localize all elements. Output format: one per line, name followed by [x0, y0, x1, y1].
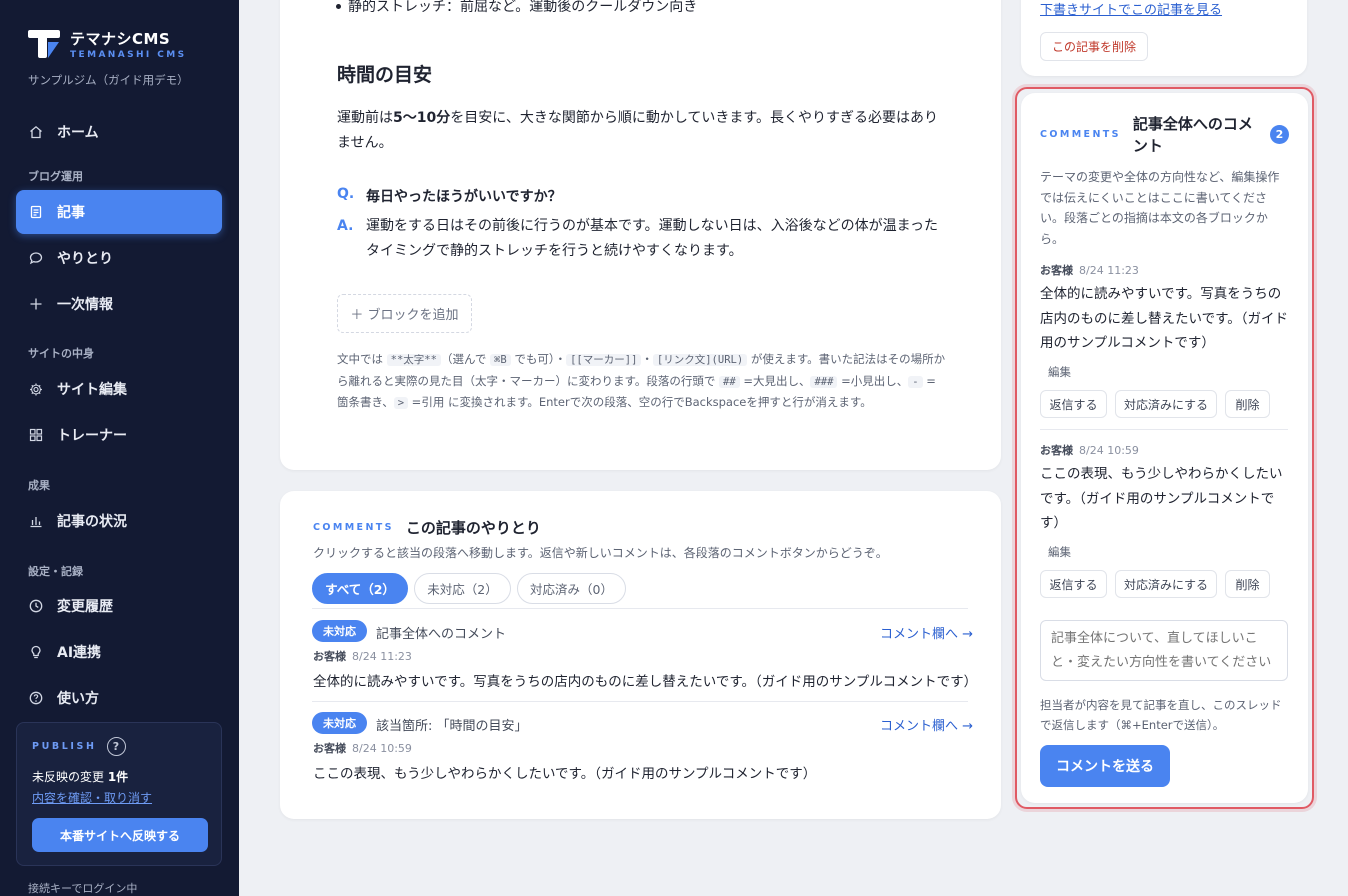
article-heading[interactable]: 時間の目安 [337, 60, 432, 87]
sidebar-item-label: やりとり [57, 251, 113, 267]
lightbulb-icon [29, 645, 43, 659]
nav-section-results: 成果 [28, 479, 50, 492]
sidebar: テマナシCMS TEMANASHI CMS サンプルジム（ガイド用デモ） ホーム… [0, 0, 239, 896]
comment-meta: お客様 8/24 10:59 [313, 742, 412, 755]
a-mark: A. [337, 218, 354, 234]
comments-label: COMMENTS [313, 522, 394, 533]
divider [312, 608, 968, 609]
article-bullet-item[interactable]: 静的ストレッチ：前屈など。運動後のクールダウン向き [335, 0, 697, 16]
send-note: 担当者が内容を見て記事を直し、このスレッドで返信します（⌘+Enterで送信）。 [1040, 698, 1282, 732]
comment-meta: お客様 8/24 10:59 [1040, 444, 1139, 457]
brand-logo[interactable]: テマナシCMS TEMANASHI CMS [28, 28, 186, 60]
clock-icon [29, 599, 43, 613]
sidebar-item-trainers[interactable]: トレーナー [16, 413, 222, 457]
sidebar-item-ai[interactable]: AI連携 [16, 630, 222, 674]
whole-comments-description: テーマの変更や全体の方向性など、編集操作では伝えにくいことはここに書いてください… [1040, 170, 1280, 246]
jump-to-comment-link[interactable]: コメント欄へ → [880, 715, 973, 734]
nav-section-blog: ブログ運用 [28, 170, 83, 183]
publish-status: 未反映の変更 1件 [32, 770, 129, 784]
sidebar-item-article-status[interactable]: 記事の状況 [16, 499, 222, 543]
edit-comment-button[interactable]: 編集 [1048, 364, 1071, 380]
plus-icon [29, 297, 43, 311]
bar-chart-icon [29, 514, 43, 528]
comment-body: 全体的に読みやすいです。写真をうちの店内のものに差し替えたいです。（ガイド用のサ… [1040, 286, 1288, 351]
status-badge: 未対応 [312, 620, 367, 642]
divider [1040, 429, 1288, 430]
sidebar-item-home[interactable]: ホーム [16, 110, 222, 154]
home-icon [29, 125, 43, 139]
gear-icon [29, 382, 43, 396]
jump-to-comment-link[interactable]: コメント欄へ → [880, 623, 973, 642]
add-block-button[interactable]: ＋ ブロックを追加 [337, 294, 472, 333]
delete-article-button[interactable]: この記事を削除 [1040, 32, 1148, 61]
delete-comment-button[interactable]: 削除 [1225, 570, 1270, 598]
tab-unresolved[interactable]: 未対応（2） [414, 573, 511, 604]
tab-resolved[interactable]: 対応済み（0） [517, 573, 626, 604]
comments-list-description: クリックすると該当の段落へ移動します。返信や新しいコメントは、各段落のコメントボ… [313, 546, 888, 560]
comments-label: COMMENTS [1040, 129, 1121, 140]
resolve-button[interactable]: 対応済みにする [1115, 390, 1217, 418]
sidebar-item-history[interactable]: 変更履歴 [16, 584, 222, 628]
q-mark: Q. [337, 186, 355, 202]
divider [312, 701, 968, 702]
delete-comment-button[interactable]: 削除 [1225, 390, 1270, 418]
sidebar-item-label: 記事の状況 [57, 514, 127, 530]
article-paragraph[interactable]: 運動前は5〜10分を目安に、大きな関節から順に動かしていきます。長くやりすぎる必… [337, 106, 947, 156]
sidebar-item-label: ホーム [57, 125, 99, 141]
sidebar-item-label: 記事 [57, 205, 85, 221]
publish-review-link[interactable]: 内容を確認・取り消す [32, 789, 206, 806]
sidebar-item-articles[interactable]: 記事 [16, 190, 222, 234]
view-draft-link[interactable]: 下書きサイトでこの記事を見る [1040, 0, 1222, 18]
send-comment-button[interactable]: コメントを送る [1040, 745, 1170, 787]
reply-button[interactable]: 返信する [1040, 390, 1107, 418]
edit-comment-button[interactable]: 編集 [1048, 544, 1071, 560]
resolve-button[interactable]: 対応済みにする [1115, 570, 1217, 598]
comment-body: 全体的に読みやすいです。写真をうちの店内のものに差し替えたいです。（ガイド用のサ… [313, 674, 978, 690]
status-badge: 未対応 [312, 712, 367, 734]
brand-subtitle: TEMANASHI CMS [70, 50, 187, 60]
comment-count-badge: 2 [1270, 125, 1289, 144]
publish-help-icon[interactable]: ? [106, 737, 126, 756]
sidebar-item-exchanges[interactable]: やりとり [16, 236, 222, 280]
comment-meta: お客様 8/24 11:23 [1040, 264, 1139, 277]
sidebar-item-label: 使い方 [57, 691, 99, 707]
comment-body: ここの表現、もう少しやわらかくしたいです。（ガイド用のサンプルコメントです） [1040, 466, 1283, 531]
sidebar-item-usage[interactable]: 使い方 [16, 676, 222, 720]
chat-icon [29, 251, 43, 265]
nav-section-site: サイトの中身 [28, 347, 94, 360]
sidebar-item-primary-info[interactable]: 一次情報 [16, 282, 222, 326]
comments-list-header: COMMENTS この記事のやりとり [313, 517, 541, 538]
whole-comment-input[interactable] [1040, 620, 1288, 681]
sidebar-item-label: トレーナー [57, 428, 127, 444]
publish-label: PUBLISH [32, 741, 97, 752]
comment-meta: お客様 8/24 11:23 [313, 650, 412, 663]
sidebar-item-label: 一次情報 [57, 297, 113, 313]
comment-target: 記事全体へのコメント [376, 627, 507, 642]
comment-target: 該当箇所: 「時間の目安」 [376, 719, 528, 734]
login-key-status: 接続キーでログイン中 [28, 882, 138, 895]
grid-icon [29, 428, 43, 442]
site-name: サンプルジム（ガイド用デモ） [28, 73, 189, 87]
nav-section-settings: 設定・記録 [28, 565, 83, 578]
help-icon [29, 691, 43, 705]
reply-button[interactable]: 返信する [1040, 570, 1107, 598]
tab-all[interactable]: すべて（2） [312, 573, 408, 604]
publish-panel: PUBLISH ? 未反映の変更 1件 内容を確認・取り消す 本番サイトへ反映す… [16, 722, 222, 866]
sidebar-item-site-edit[interactable]: サイト編集 [16, 367, 222, 411]
markup-hint: 文中では **太字** （選んで ⌘B でも可）・ [[マーカー]] ・ [リンク文](… [337, 352, 946, 409]
faq-question[interactable]: Q. 毎日やったほうがいいですか？ [337, 186, 562, 206]
brand-title: テマナシCMS [70, 30, 171, 48]
whole-comments-header: COMMENTS 記事全体へのコメント [1040, 113, 1290, 157]
faq-answer[interactable]: A. 運動をする日はその前後に行うのが基本です。運動しない日は、入浴後などの体が温… [337, 214, 947, 264]
sidebar-item-label: AI連携 [57, 645, 102, 661]
comment-body: ここの表現、もう少しやわらかくしたいです。（ガイド用のサンプルコメントです） [313, 766, 817, 782]
sidebar-item-label: 変更履歴 [57, 599, 113, 615]
logo-mark-icon [28, 28, 60, 60]
document-icon [29, 205, 43, 219]
comments-list-title: この記事のやりとり [405, 519, 541, 537]
publish-button[interactable]: 本番サイトへ反映する [32, 818, 208, 852]
whole-comments-title: 記事全体へのコメント [1132, 115, 1253, 155]
sidebar-item-label: サイト編集 [57, 382, 127, 398]
